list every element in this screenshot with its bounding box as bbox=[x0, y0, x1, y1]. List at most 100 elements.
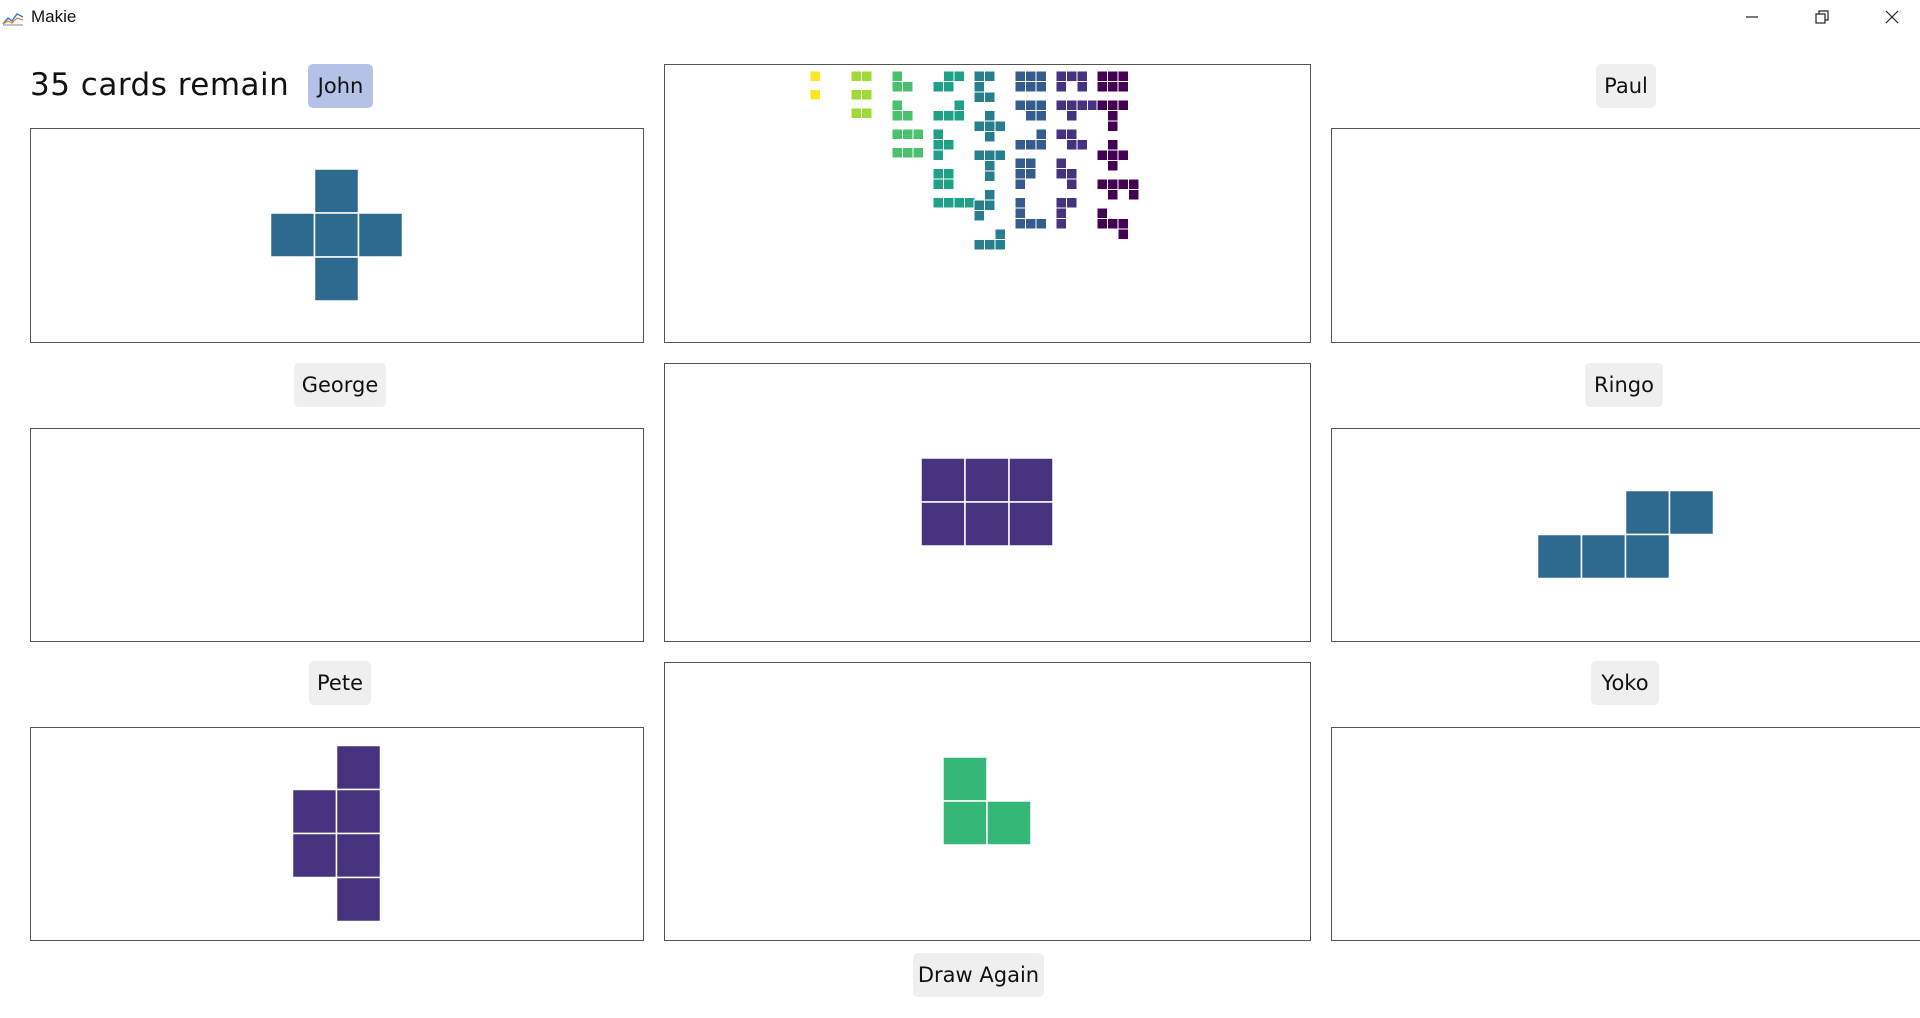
deck-piece-cell bbox=[1055, 197, 1067, 209]
deck-piece-cell bbox=[902, 110, 914, 122]
deck-piece-cell bbox=[932, 139, 944, 151]
deck-piece-cell bbox=[1035, 218, 1047, 230]
deck-piece-cell bbox=[1014, 70, 1026, 82]
deck-piece-cell bbox=[973, 239, 985, 251]
player-button-george[interactable]: George bbox=[294, 363, 386, 407]
restore-button[interactable] bbox=[1787, 0, 1857, 34]
minimize-button[interactable] bbox=[1717, 0, 1787, 34]
deck-piece-cell bbox=[973, 210, 985, 222]
player-button-john[interactable]: John bbox=[308, 64, 373, 108]
deck-piece-cell bbox=[1107, 189, 1119, 201]
deck-piece-cell bbox=[1014, 157, 1026, 169]
polyomino-cell bbox=[1624, 533, 1671, 580]
polyomino-cell bbox=[964, 457, 1010, 503]
deck-piece-cell bbox=[943, 110, 955, 122]
restore-icon bbox=[1815, 10, 1829, 24]
deck-piece-cell bbox=[932, 110, 944, 122]
polyomino-cell bbox=[1580, 533, 1627, 580]
deck-piece-cell bbox=[953, 99, 965, 111]
polyomino-cell bbox=[920, 501, 966, 547]
deck-piece-cell bbox=[1055, 81, 1067, 93]
close-button[interactable] bbox=[1857, 0, 1920, 34]
deck-piece-cell bbox=[1096, 218, 1108, 230]
deck-piece-cell bbox=[891, 128, 903, 140]
deck-piece-cell bbox=[1014, 218, 1026, 230]
deck-piece-cell bbox=[1055, 70, 1067, 82]
deck-piece-cell bbox=[932, 178, 944, 190]
deck-piece-cell bbox=[1128, 189, 1140, 201]
player-button-ringo[interactable]: Ringo bbox=[1585, 363, 1663, 407]
title-bar: Makie bbox=[0, 0, 1920, 34]
deck-piece-cell bbox=[1066, 99, 1078, 111]
deck-piece-cell bbox=[953, 110, 965, 122]
deck-piece-cell bbox=[1107, 99, 1119, 111]
deck-piece-cell bbox=[891, 70, 903, 82]
polyomino-cell bbox=[1624, 489, 1671, 536]
deck-piece-cell bbox=[984, 239, 996, 251]
polyomino-cell bbox=[291, 788, 338, 835]
deck-piece-cell bbox=[850, 70, 862, 82]
hand-panel-pete bbox=[30, 727, 644, 941]
polyomino-cell bbox=[313, 168, 360, 214]
deck-piece-cell bbox=[1076, 99, 1088, 111]
deck-piece-cell bbox=[912, 147, 924, 159]
deck-piece-cell bbox=[943, 168, 955, 180]
hand-panel-george bbox=[30, 428, 644, 642]
deck-piece-cell bbox=[1117, 149, 1129, 161]
deck-piece-cell bbox=[1066, 178, 1078, 190]
deck-piece-cell bbox=[1096, 207, 1108, 219]
deck-piece-cell bbox=[1014, 168, 1026, 180]
deck-piece-cell bbox=[1035, 110, 1047, 122]
player-button-pete[interactable]: Pete bbox=[309, 661, 371, 705]
deck-piece-cell bbox=[953, 197, 965, 209]
deck-piece-cell bbox=[1014, 139, 1026, 151]
next-card bbox=[942, 756, 1032, 846]
deck-piece-cell bbox=[1035, 128, 1047, 140]
cards-remain-label: 35 cards remain bbox=[30, 67, 290, 103]
deck-piece-cell bbox=[1025, 70, 1037, 82]
deck-piece-cell bbox=[1117, 70, 1129, 82]
deck-piece-cell bbox=[850, 107, 862, 119]
hand-card-pete bbox=[291, 744, 382, 923]
deck-piece-cell bbox=[861, 107, 873, 119]
deck-piece-cell bbox=[984, 110, 996, 122]
deck-piece-cell bbox=[1117, 99, 1129, 111]
deck-piece-cell bbox=[1025, 218, 1037, 230]
deck-piece-cell bbox=[1117, 228, 1129, 240]
deck-piece-cell bbox=[1076, 70, 1088, 82]
deck-piece-cell bbox=[902, 128, 914, 140]
deck-piece-cell bbox=[809, 70, 821, 82]
deck-piece-cell bbox=[1055, 157, 1067, 169]
deck-piece-cell bbox=[1107, 149, 1119, 161]
polyomino-cell bbox=[335, 744, 382, 791]
deck-piece-cell bbox=[932, 168, 944, 180]
deck-piece-cell bbox=[1066, 197, 1078, 209]
hand-card-ringo bbox=[1536, 489, 1715, 580]
deck-piece-cell bbox=[1066, 168, 1078, 180]
deck-piece-cell bbox=[850, 89, 862, 101]
deck-piece-cell bbox=[932, 197, 944, 209]
deck-piece-cell bbox=[1096, 70, 1108, 82]
deck-piece-cell bbox=[1107, 70, 1119, 82]
draw-again-button[interactable]: Draw Again bbox=[913, 953, 1044, 997]
window-title: Makie bbox=[31, 7, 77, 26]
deck-piece-cell bbox=[953, 70, 965, 82]
player-button-yoko[interactable]: Yoko bbox=[1591, 661, 1659, 705]
player-button-paul[interactable]: Paul bbox=[1596, 64, 1656, 108]
deck-piece-cell bbox=[973, 199, 985, 211]
deck-piece-cell bbox=[1014, 197, 1026, 209]
polyomino-cell bbox=[291, 832, 338, 879]
deck-piece-cell bbox=[973, 91, 985, 103]
deck-piece-cell bbox=[1025, 139, 1037, 151]
deck-piece-cell bbox=[1087, 99, 1099, 111]
deck-piece-cell bbox=[1035, 139, 1047, 151]
polyomino-cell bbox=[269, 212, 316, 258]
polyomino-cell bbox=[335, 832, 382, 879]
deck-piece-cell bbox=[809, 89, 821, 101]
deck-piece-cell bbox=[1096, 81, 1108, 93]
polyomino-cell bbox=[335, 876, 382, 923]
deck-piece-cell bbox=[1055, 128, 1067, 140]
deck-piece-cell bbox=[1025, 81, 1037, 93]
deck-piece-cell bbox=[994, 149, 1006, 161]
hand-panel-paul bbox=[1331, 128, 1920, 343]
